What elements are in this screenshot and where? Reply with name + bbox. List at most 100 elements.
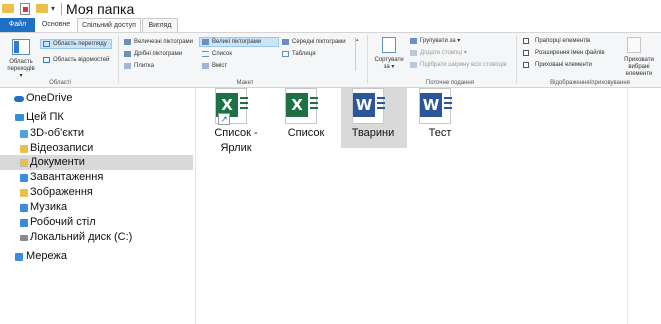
navigation-pane-button[interactable]: Область переходів ▾ <box>6 59 36 80</box>
show-hide-group-label: Відображення/приховування <box>550 80 630 86</box>
folder-icon <box>20 145 28 153</box>
medium-icons-icon <box>282 39 289 45</box>
pane-divider <box>627 88 628 324</box>
add-columns-icon <box>410 50 417 56</box>
layout-scroll-icon[interactable]: ▴ <box>355 37 361 71</box>
layout-large-icons[interactable]: Великі піктограми <box>199 37 279 47</box>
folder-icon <box>20 219 28 227</box>
details-pane-button[interactable]: Область відомостей <box>53 57 109 64</box>
word-file-icon: W <box>352 88 385 124</box>
group-by-button[interactable]: Групувати за ▾ <box>420 38 460 45</box>
file-item[interactable]: W Тест <box>408 88 472 148</box>
group-separator <box>367 35 368 83</box>
details-icon <box>282 51 289 57</box>
file-extensions-label[interactable]: Розширення імен файлів <box>535 50 605 57</box>
list-icon <box>202 51 209 57</box>
nav-item-desktop[interactable]: Робочий стіл <box>0 215 193 230</box>
tab-file[interactable]: Файл <box>0 18 35 32</box>
add-columns-label: Додати стовпці <box>420 50 463 56</box>
layout-extra-large-icons[interactable]: Величезні піктограми <box>134 39 193 46</box>
fit-columns-icon <box>410 62 417 68</box>
network-icon <box>15 253 23 261</box>
preview-pane-label: Область перегляду <box>53 41 107 47</box>
nav-item-label: Відеозаписи <box>30 142 94 154</box>
nav-item-label: Зображення <box>30 186 93 198</box>
group-by-icon <box>410 38 417 44</box>
folder-icon <box>2 4 14 13</box>
nav-item-network[interactable]: Мережа <box>0 249 193 264</box>
nav-item-downloads[interactable]: Завантаження <box>0 170 193 185</box>
excel-file-icon: X ↗ <box>215 88 248 125</box>
layout-group-label: Макет <box>236 80 254 86</box>
navigation-pane: OneDrive Цей ПК 3D-об'єкти Відеозаписи Д… <box>0 88 196 324</box>
file-item[interactable]: X ↗ Список - Ярлик <box>204 88 268 154</box>
nav-item-label: OneDrive <box>26 92 73 104</box>
nav-item-3d-objects[interactable]: 3D-об'єкти <box>0 126 193 141</box>
new-folder-icon[interactable] <box>36 4 48 13</box>
properties-icon[interactable] <box>20 3 30 15</box>
details-pane-icon <box>43 57 50 63</box>
tab-share[interactable]: Спільний доступ <box>77 18 141 32</box>
nav-item-videos[interactable]: Відеозаписи <box>0 141 193 156</box>
excel-file-icon: X <box>285 88 318 124</box>
file-name: Тварини <box>351 127 395 139</box>
preview-pane-button[interactable]: Область перегляду <box>40 39 112 49</box>
content-icon <box>202 63 209 69</box>
hidden-items-checkbox[interactable] <box>523 62 529 68</box>
tab-home[interactable]: Основне <box>36 18 76 32</box>
file-item[interactable]: X Список <box>274 88 338 148</box>
add-columns-button[interactable]: Додати стовпці ▾ <box>420 50 467 57</box>
file-name: Список - Ярлик <box>214 127 258 154</box>
folder-icon <box>20 159 28 167</box>
layout-content[interactable]: Вміст <box>212 63 227 70</box>
nav-item-label: Робочий стіл <box>30 216 96 228</box>
nav-item-music[interactable]: Музика <box>0 200 193 215</box>
folder-icon <box>20 130 28 138</box>
word-file-icon: W <box>419 88 452 124</box>
cloud-icon <box>14 96 24 102</box>
tab-view[interactable]: Вигляд <box>142 18 178 32</box>
layout-tiles[interactable]: Плитка <box>134 63 154 70</box>
item-checkboxes-checkbox[interactable] <box>523 38 529 44</box>
hide-selected-icon <box>627 37 641 53</box>
file-extensions-checkbox[interactable] <box>523 50 529 56</box>
sort-by-button[interactable]: Сортувати за ▾ <box>372 57 406 71</box>
nav-item-documents[interactable]: Документи <box>0 155 193 170</box>
nav-item-pictures[interactable]: Зображення <box>0 185 193 200</box>
small-icons-icon <box>124 51 131 57</box>
tiles-icon <box>124 63 131 69</box>
title-separator <box>61 3 62 15</box>
fit-columns-button[interactable]: Підібрати ширину всіх стовпців <box>420 62 507 69</box>
nav-item-onedrive[interactable]: OneDrive <box>0 91 193 106</box>
nav-item-label: Мережа <box>26 250 67 262</box>
hide-selected-button[interactable]: Приховати вибрані елементи <box>618 57 660 78</box>
item-checkboxes-label[interactable]: Прапорці елементів <box>535 38 590 45</box>
hidden-items-label[interactable]: Приховані елементи <box>535 62 592 69</box>
file-name: Тест <box>428 127 452 139</box>
layout-list[interactable]: Список <box>212 51 232 58</box>
nav-item-label: Завантаження <box>30 171 104 183</box>
group-by-label: Групувати за <box>420 38 456 44</box>
ribbon: Область переходів ▾ Область перегляду Об… <box>0 32 661 88</box>
shortcut-arrow-icon: ↗ <box>218 113 230 125</box>
computer-icon <box>15 114 24 121</box>
layout-medium-icons[interactable]: Середні піктограми <box>292 39 346 46</box>
nav-item-this-pc[interactable]: Цей ПК <box>0 110 193 125</box>
file-item[interactable]: W Тварини <box>341 88 407 148</box>
group-separator <box>516 35 517 83</box>
nav-item-label: Музика <box>30 201 68 213</box>
navigation-pane-label: Область переходів <box>7 59 35 72</box>
navigation-pane-icon[interactable] <box>12 39 30 55</box>
layout-details[interactable]: Таблиця <box>292 51 315 58</box>
nav-item-label: 3D-об'єкти <box>30 127 84 139</box>
layout-small-icons[interactable]: Дрібні піктограми <box>134 51 182 58</box>
customize-quick-access-icon[interactable]: ▾ <box>51 4 55 13</box>
group-separator <box>118 35 119 83</box>
sort-by-label: Сортувати за <box>374 57 404 70</box>
nav-item-label: Локальний диск (C:) <box>30 231 133 243</box>
nav-item-label: Цей ПК <box>26 111 64 123</box>
title-bar: ▾ Моя папка <box>0 0 661 18</box>
extra-large-icons-icon <box>124 39 131 45</box>
drive-icon <box>20 235 28 241</box>
nav-item-local-disk[interactable]: Локальний диск (C:) <box>0 230 193 245</box>
